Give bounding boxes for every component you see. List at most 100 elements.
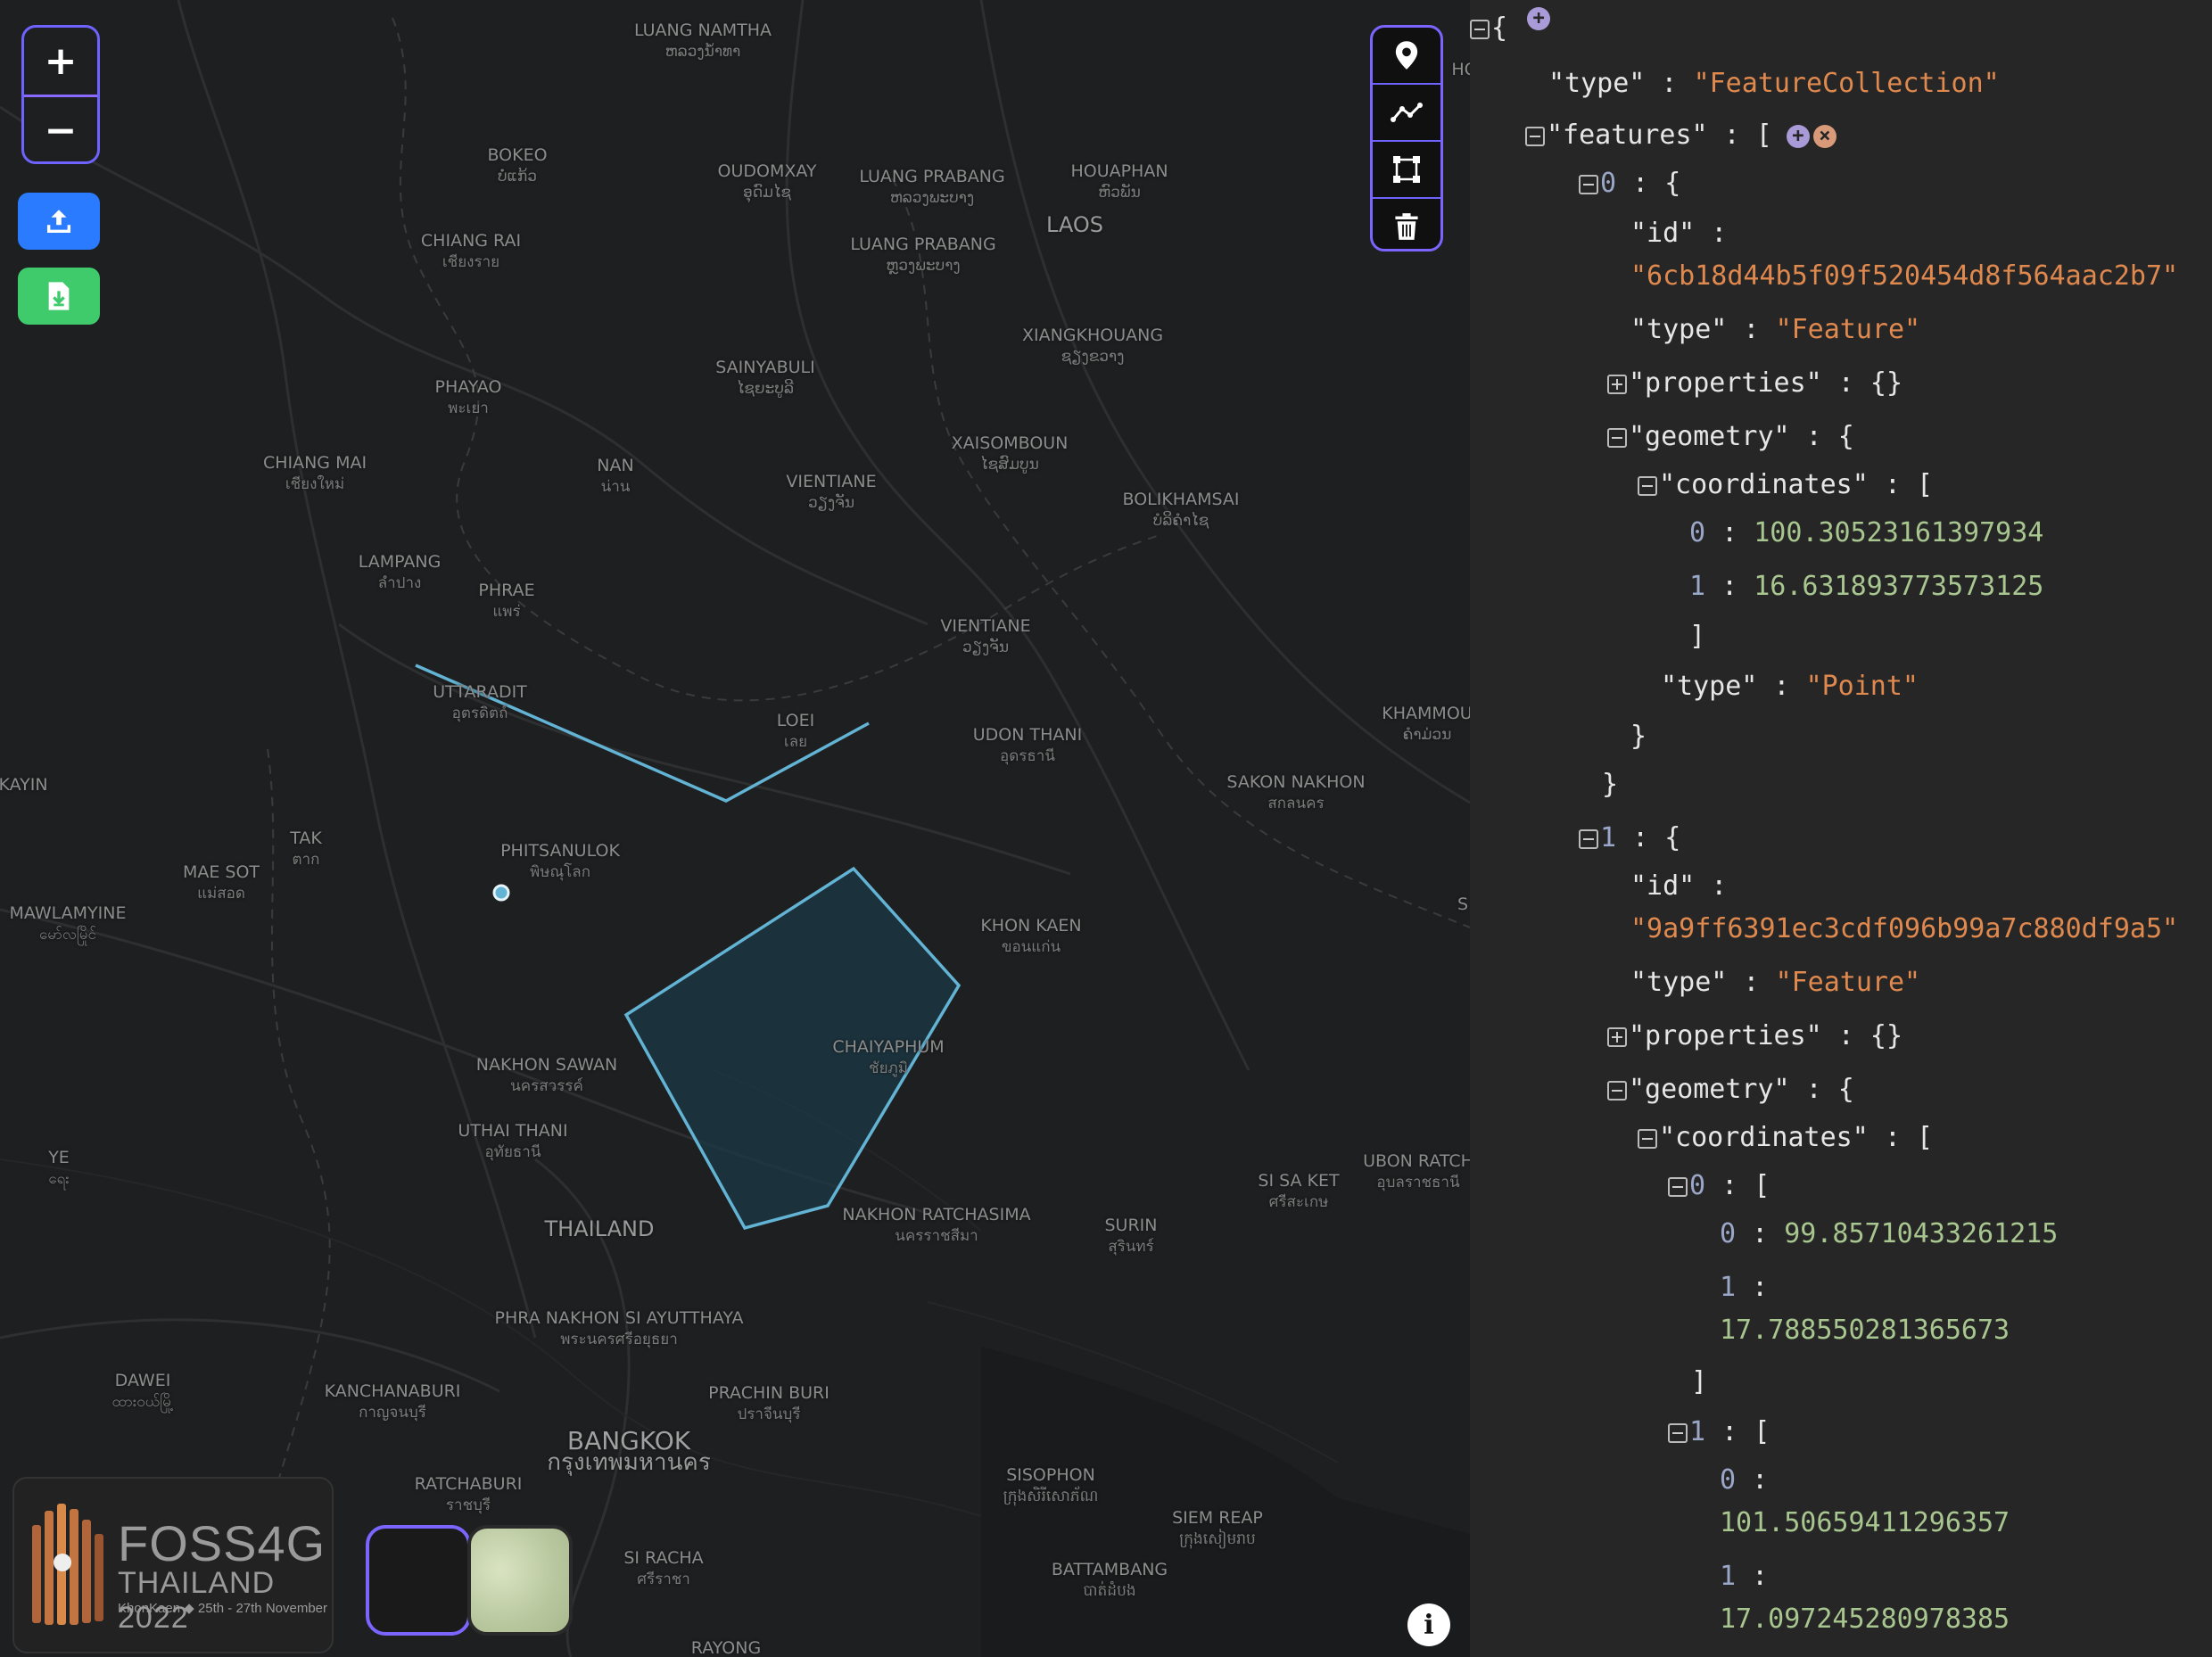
json-key[interactable]: "type" [1630,314,1727,345]
json-token[interactable]: 0 [1720,1464,1736,1496]
zoom-in-button[interactable]: + [24,28,97,95]
json-token: } [1630,721,1647,752]
json-token: : [ [1705,1170,1770,1201]
upload-button[interactable] [18,193,100,250]
json-line: 101.50659411296357 [1720,1505,2010,1541]
json-token: : {} [1821,1020,1903,1051]
json-key[interactable]: "id" [1630,218,1695,249]
add-node-icon[interactable]: + [1786,124,1810,148]
foss4g-logo: FOSS4G THAILAND 2022 KhonKaen ◆ 25th - 2… [12,1477,334,1653]
json-line: "coordinates" : [ [1638,467,1933,503]
json-token[interactable]: 0 [1720,1218,1736,1249]
collapse-toggle-icon[interactable] [1668,1422,1688,1443]
geojson-editor-panel[interactable]: { + "type" : "FeatureCollection" "features"… [1470,0,2212,1657]
remove-node-icon[interactable]: × [1812,124,1836,148]
json-key[interactable]: "properties" [1629,1020,1822,1051]
draw-polygon-button[interactable] [1373,140,1440,197]
collapse-toggle-icon[interactable] [1638,1128,1657,1149]
delete-feature-button[interactable] [1373,197,1440,249]
json-token[interactable]: 1 [1720,1561,1736,1592]
json-token[interactable]: 1 [1600,822,1616,853]
map-place-label: UDON THANI อุดรธานี [972,725,1083,765]
json-number[interactable]: 17.788550281365673 [1720,1315,2010,1346]
json-key[interactable]: "coordinates" [1659,1122,1869,1153]
json-number[interactable]: 16.631893773573125 [1754,571,2043,602]
map-place-label: LOEI เลย [776,711,815,751]
basemap-dark-thumbnail[interactable] [366,1525,471,1636]
json-key[interactable]: "coordinates" [1659,469,1869,500]
collapse-toggle-icon[interactable] [1525,126,1545,146]
add-node-icon[interactable]: + [1527,6,1551,30]
json-line: } [1630,719,1647,754]
map-place-label: TAK ตาก [290,828,322,869]
json-number[interactable]: 17.097245280978385 [1720,1603,2010,1635]
collapse-toggle-icon[interactable] [1579,828,1598,849]
point-icon [1395,41,1418,70]
json-number[interactable]: 99.85710433261215 [1784,1218,2058,1249]
collapse-toggle-icon[interactable] [1470,19,1490,39]
json-key[interactable]: "id" [1630,870,1695,902]
json-key[interactable]: "type" [1630,967,1727,998]
json-key[interactable]: "type" [1548,68,1645,99]
json-line: "6cb18d44b5f09f520454d8f564aac2b7" [1630,259,2178,294]
map-canvas[interactable]: LUANG NAMTHA ຫລວງນ້ຳທາ BOKEO ບໍ່ແກ້ວ OUDOMXA… [0,0,1470,1657]
json-token: { [1491,12,1508,44]
map-place-label: SAINYABULI ໄຊຍະບູລີ [715,358,815,398]
json-key[interactable]: "properties" [1629,367,1822,399]
collapse-toggle-icon[interactable] [1607,1080,1627,1101]
json-token[interactable]: 1 [1720,1272,1736,1303]
json-number[interactable]: 101.50659411296357 [1720,1507,2010,1538]
json-line: "geometry" : { [1607,419,1854,455]
json-number[interactable]: 100.30523161397934 [1754,517,2043,548]
zoom-out-button[interactable]: − [24,95,97,161]
json-line: 1 : [1720,1270,1768,1306]
map-place-label: MAE SOT แม่สอด [182,862,260,903]
json-string[interactable]: "FeatureCollection" [1694,68,2000,99]
json-string[interactable]: "Point" [1806,671,1919,702]
json-string[interactable]: "6cb18d44b5f09f520454d8f564aac2b7" [1630,260,2178,292]
json-line: 0 : { [1579,166,1680,202]
map-place-label: CHAIYAPHUM ชัยภูมิ [832,1037,945,1077]
map-place-label: KHAMMOU ຄຳມ່ວນ [1382,704,1470,744]
collapse-toggle-icon[interactable] [1638,475,1657,496]
json-string[interactable]: "Feature" [1776,314,1921,345]
json-token[interactable]: 1 [1689,1416,1705,1447]
map-place-label: PHITSANULOK พิษณุโลก [500,841,620,881]
json-token: : [ [1705,1416,1770,1447]
json-key[interactable]: "geometry" [1629,421,1790,452]
json-token: : [1736,1561,1769,1592]
download-button[interactable] [18,268,100,325]
download-file-icon [48,282,70,310]
json-token[interactable]: 1 [1689,571,1705,602]
collapse-toggle-icon[interactable] [1607,427,1627,448]
json-token: : [ [1707,120,1772,151]
json-token[interactable]: 0 [1689,1170,1705,1201]
collapse-toggle-icon[interactable] [1668,1176,1688,1197]
logo-tagline: KhonKaen ◆ 25th - 27th November [118,1601,328,1616]
json-string[interactable]: "9a9ff6391ec3cdf096b99a7c880df9a5" [1630,913,2178,944]
json-key[interactable]: "geometry" [1629,1074,1790,1105]
json-token: ] [1689,621,1706,652]
expand-toggle-icon[interactable] [1607,374,1627,394]
info-button[interactable]: i [1407,1603,1450,1646]
map-place-label: PHRAE แพร่ [478,581,535,621]
map-place-label: LAOS [1045,212,1104,237]
trash-icon [1395,213,1418,240]
json-key[interactable]: "type" [1661,671,1757,702]
basemap-terrain-thumbnail[interactable] [467,1525,573,1636]
json-token: : [1695,218,1728,249]
draw-line-button[interactable] [1373,83,1440,140]
collapse-toggle-icon[interactable] [1579,174,1598,194]
json-string[interactable]: "Feature" [1776,967,1921,998]
json-key[interactable]: "features" [1547,120,1708,151]
json-token[interactable]: 0 [1600,168,1616,199]
expand-toggle-icon[interactable] [1607,1026,1627,1047]
draw-point-button[interactable] [1373,28,1440,83]
json-line: "coordinates" : [ [1638,1120,1933,1156]
json-line: } [1602,767,1618,803]
json-token[interactable]: 0 [1689,517,1705,548]
map-place-label: DAWEI ထားဝယ်မြို့ [111,1371,174,1411]
json-token: : [1757,671,1806,702]
map-place-label: BATTAMBANG បាត់ដំបង [1051,1560,1168,1600]
draw-toolbar [1370,25,1443,251]
